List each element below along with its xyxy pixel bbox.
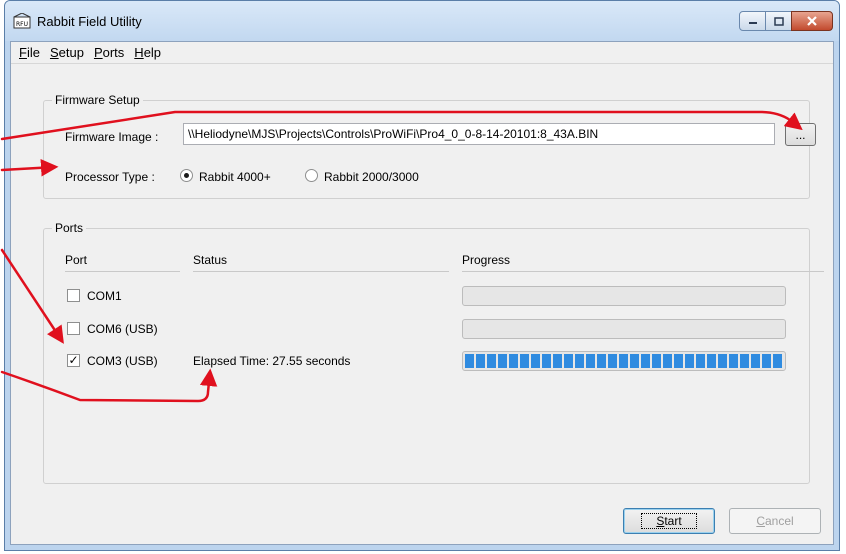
firmware-image-label: Firmware Image : — [65, 130, 159, 144]
close-button[interactable] — [791, 11, 833, 31]
window-title: Rabbit Field Utility — [37, 14, 142, 29]
menu-file[interactable]: File — [14, 45, 45, 60]
radio-rabbit-4000[interactable] — [180, 169, 193, 182]
browse-button[interactable]: ... — [785, 123, 816, 146]
title-bar[interactable]: RFU Rabbit Field Utility — [5, 1, 839, 41]
client-area: File Setup Ports Help Firmware Setup Fir… — [10, 41, 834, 545]
cancel-button[interactable]: Cancel — [729, 508, 821, 534]
cancel-label-rest: ancel — [764, 514, 794, 528]
cancel-button-label: Cancel — [756, 514, 794, 528]
port-progress-com3 — [462, 351, 786, 371]
ports-legend: Ports — [52, 221, 87, 235]
port-progress-com6 — [462, 319, 786, 339]
port-checkbox-com1[interactable] — [67, 289, 80, 302]
maximize-icon — [773, 16, 784, 26]
header-divider-port — [65, 271, 180, 272]
firmware-image-field[interactable]: \\Heliodyne\MJS\Projects\Controls\ProWiF… — [183, 123, 775, 145]
firmware-setup-group: Firmware Setup Firmware Image : \\Heliod… — [43, 93, 816, 199]
processor-type-label: Processor Type : — [65, 170, 155, 184]
port-name-com3[interactable]: COM3 (USB) — [87, 354, 158, 368]
column-header-port: Port — [65, 253, 88, 267]
port-checkbox-com6[interactable] — [67, 322, 80, 335]
minimize-icon — [748, 22, 757, 24]
menu-bar: File Setup Ports Help — [11, 42, 833, 64]
window-controls — [739, 11, 833, 31]
firmware-setup-legend: Firmware Setup — [52, 93, 143, 107]
menu-setup[interactable]: Setup — [45, 45, 89, 60]
radio-rabbit-4000-label[interactable]: Rabbit 4000+ — [199, 170, 271, 184]
progress-fill-com3 — [465, 354, 783, 368]
close-icon — [807, 16, 817, 26]
rfu-rabbit-icon: RFU — [13, 13, 31, 29]
maximize-button[interactable] — [765, 11, 792, 31]
column-header-progress: Progress — [462, 253, 511, 267]
app-window: RFU Rabbit Field Utility File Setup Port… — [4, 0, 840, 551]
port-name-com6[interactable]: COM6 (USB) — [87, 322, 158, 336]
radio-rabbit-2000-3000-label[interactable]: Rabbit 2000/3000 — [324, 170, 419, 184]
column-header-status: Status — [193, 253, 228, 267]
minimize-button[interactable] — [739, 11, 766, 31]
port-checkbox-com3[interactable]: ✓ — [67, 354, 80, 367]
radio-rabbit-2000-3000[interactable] — [305, 169, 318, 182]
port-status-com3: Elapsed Time: 27.55 seconds — [193, 354, 351, 368]
port-name-com1[interactable]: COM1 — [87, 289, 122, 303]
port-progress-com1 — [462, 286, 786, 306]
ports-group: Ports Port Status Progress COM1 COM6 (US… — [43, 221, 824, 484]
menu-help[interactable]: Help — [129, 45, 166, 60]
header-divider-progress — [462, 271, 824, 272]
start-button[interactable]: Start — [623, 508, 715, 534]
header-divider-status — [193, 271, 449, 272]
start-button-label: Start — [641, 513, 697, 529]
start-label-rest: tart — [664, 514, 682, 528]
svg-text:RFU: RFU — [16, 21, 28, 28]
menu-ports[interactable]: Ports — [89, 45, 129, 60]
